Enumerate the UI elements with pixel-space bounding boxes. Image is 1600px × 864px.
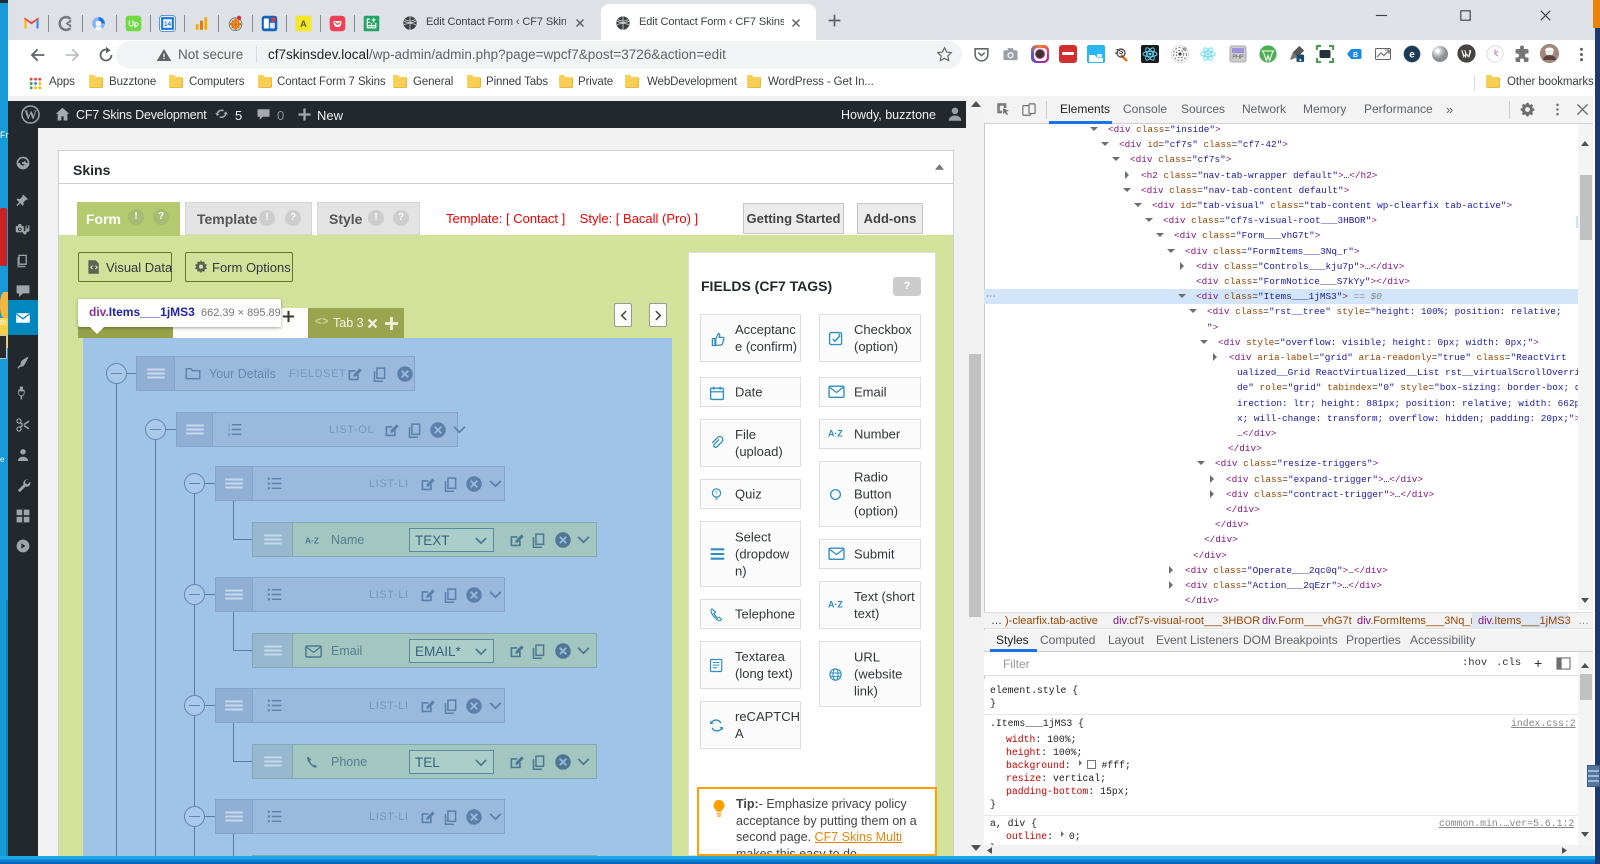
svg-text:14: 14 [164,21,172,28]
svg-text:e: e [1409,50,1415,61]
svg-text:W: W [24,108,37,122]
svg-text:B: B [1353,52,1358,59]
svg-text:A: A [300,19,307,29]
svg-text:A·Z: A·Z [828,599,843,609]
svg-text:3: 3 [228,432,231,437]
svg-text:PHP: PHP [1232,55,1244,61]
svg-text:?: ? [715,491,718,497]
svg-text:A·Z: A·Z [305,535,319,545]
svg-text:A·Z: A·Z [828,428,843,438]
svg-text:Up: Up [128,20,139,29]
